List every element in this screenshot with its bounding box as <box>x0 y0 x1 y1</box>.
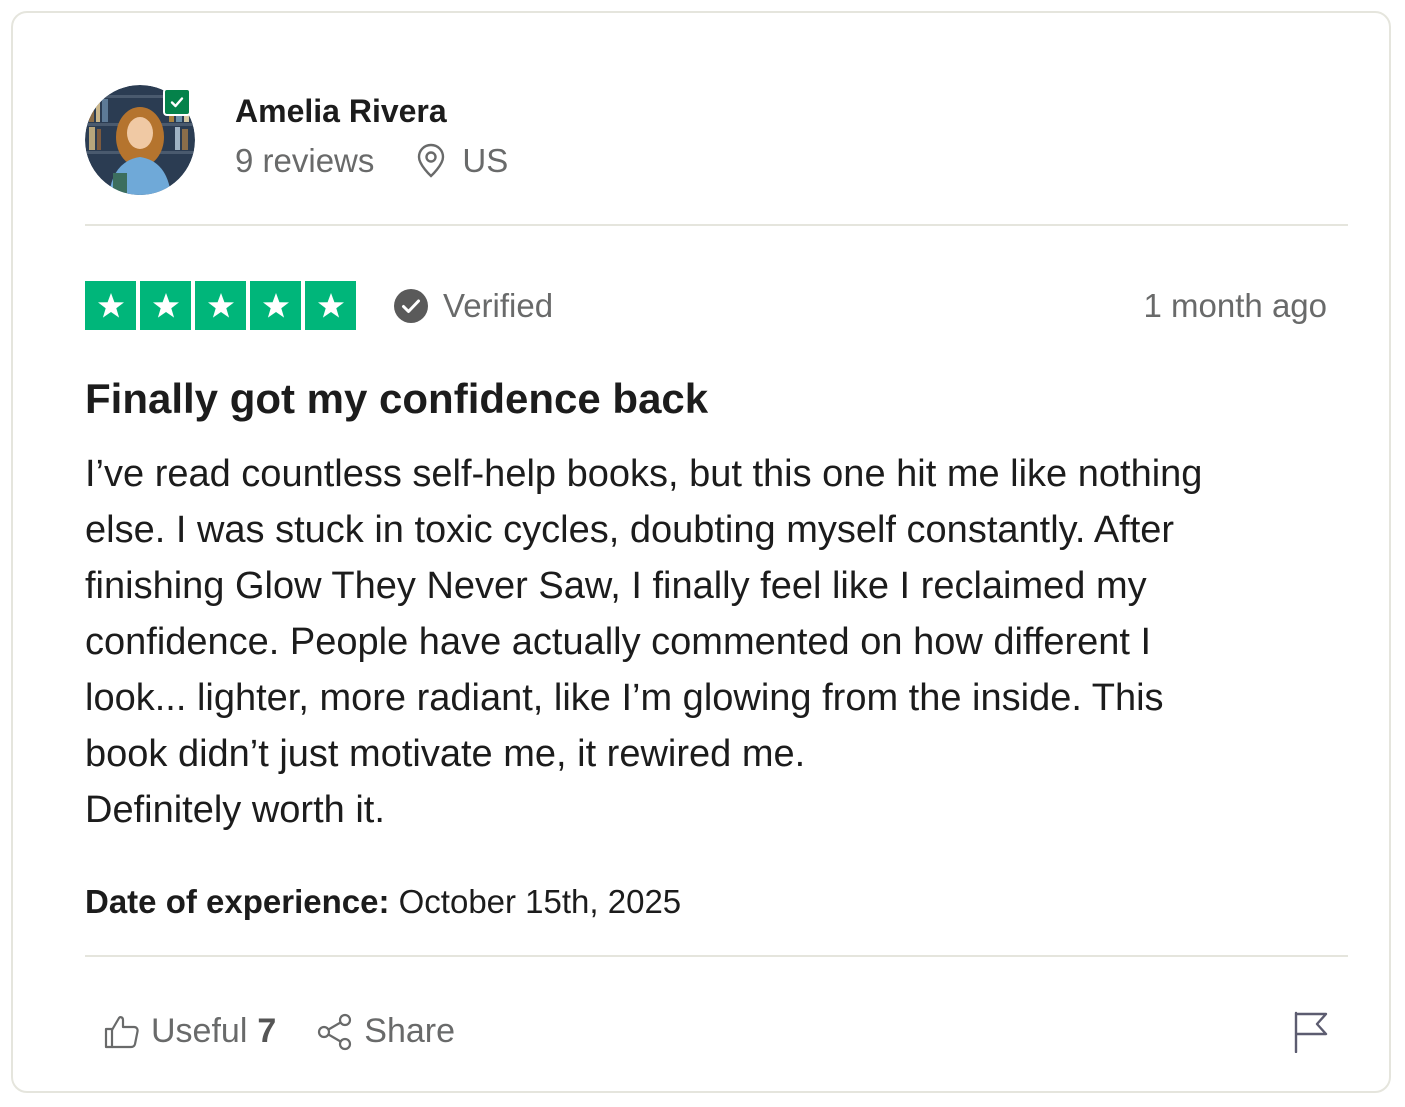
reviewer-meta: 9 reviews US <box>235 142 508 180</box>
divider <box>85 224 1348 226</box>
star-icon <box>262 293 289 318</box>
useful-count: 7 <box>257 1012 277 1050</box>
reviewer-location: US <box>416 142 508 180</box>
star-icon <box>152 293 179 318</box>
review-body: I’ve read countless self-help books, but… <box>85 453 1203 831</box>
star-icon <box>97 293 124 318</box>
experience-label: Date of experience: <box>85 883 390 920</box>
flag-icon <box>1294 1011 1328 1054</box>
star-rating <box>85 281 356 330</box>
reviews-count: 9 reviews <box>235 142 375 179</box>
verified-check-icon <box>394 289 428 323</box>
experience-date: October 15th, 2025 <box>398 883 682 920</box>
star-2 <box>140 281 191 330</box>
useful-button[interactable]: Useful 7 <box>103 1012 276 1051</box>
review-card: Amelia Rivera 9 reviews US Verified 1 mo… <box>11 11 1391 1093</box>
location-label: US <box>462 142 509 179</box>
share-button[interactable]: Share <box>316 1012 455 1051</box>
star-1 <box>85 281 136 330</box>
star-4 <box>250 281 301 330</box>
star-icon <box>207 293 234 318</box>
thumbs-up-icon <box>104 1015 139 1048</box>
report-button[interactable] <box>1293 1011 1329 1058</box>
review-title: Finally got my confidence back <box>85 375 709 422</box>
star-icon <box>317 293 344 318</box>
verified-badge[interactable]: Verified <box>393 287 553 325</box>
reviewer-name[interactable]: Amelia Rivera <box>235 93 447 130</box>
verified-label: Verified <box>443 287 554 324</box>
date-of-experience: Date of experience: October 15th, 2025 <box>85 883 681 921</box>
review-actions: Useful 7 Share <box>103 1012 455 1051</box>
share-icon <box>318 1013 352 1050</box>
verified-reviewer-badge <box>163 88 191 116</box>
divider <box>85 955 1348 957</box>
star-5 <box>305 281 356 330</box>
useful-label: Useful <box>151 1012 248 1050</box>
check-icon <box>170 97 184 108</box>
share-label: Share <box>364 1012 456 1050</box>
location-pin-icon <box>418 143 445 178</box>
star-3 <box>195 281 246 330</box>
review-date: 1 month ago <box>1143 287 1327 324</box>
avatar[interactable] <box>85 85 195 195</box>
